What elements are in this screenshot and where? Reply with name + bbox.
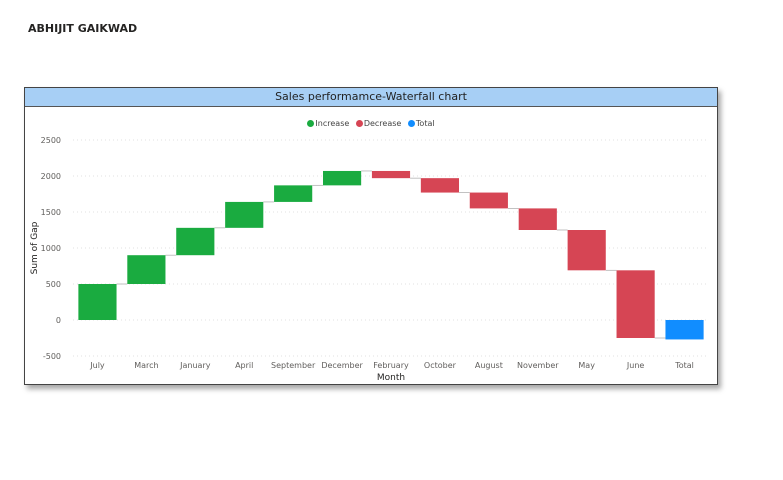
x-tick-label: August — [475, 361, 503, 370]
y-tick-label: 0 — [56, 316, 61, 325]
bar-increase — [322, 170, 362, 186]
x-tick-label: April — [235, 361, 253, 370]
bar-decrease — [567, 230, 606, 271]
y-axis-title: Sum of Gap — [30, 221, 40, 274]
bar-increase — [176, 227, 215, 256]
y-tick-label: 2500 — [41, 136, 61, 145]
chart-plot: -500 0 500 1000 1500 2000 2500 Sum of Gap Month J… — [30, 136, 709, 383]
bar-increase — [127, 255, 166, 284]
x-tick-label: November — [517, 361, 559, 370]
bar-decrease — [371, 170, 411, 179]
y-tick-label: 1500 — [41, 208, 61, 217]
y-tick-label: 1000 — [41, 244, 61, 253]
bar-increase — [78, 284, 117, 320]
bar-decrease — [469, 192, 508, 209]
x-tick-label: May — [578, 361, 595, 370]
x-tick-label: March — [134, 361, 158, 370]
bar-decrease — [420, 178, 460, 193]
x-tick-label: Total — [674, 361, 694, 370]
y-tick-label: -500 — [43, 352, 61, 361]
x-tick-label: June — [626, 361, 645, 370]
x-tick-label: December — [321, 361, 363, 370]
x-axis-title: Month — [377, 373, 405, 383]
bar-decrease — [616, 270, 655, 338]
bar-decrease — [518, 208, 557, 230]
y-tick-label: 500 — [46, 280, 61, 289]
bar-increase — [225, 201, 264, 228]
x-tick-label: October — [424, 361, 457, 370]
author-name: ABHIJIT GAIKWAD — [28, 22, 138, 35]
x-tick-label: July — [89, 361, 105, 370]
x-tick-label: September — [271, 361, 316, 370]
bar-total — [665, 320, 704, 340]
bar-increase — [274, 185, 313, 202]
y-tick-label: 2000 — [41, 172, 61, 181]
x-tick-label: February — [373, 361, 409, 370]
x-tick-label: January — [179, 361, 211, 370]
waterfall-visual[interactable]: Sales performamce-Waterfall chart Increa… — [24, 87, 718, 385]
